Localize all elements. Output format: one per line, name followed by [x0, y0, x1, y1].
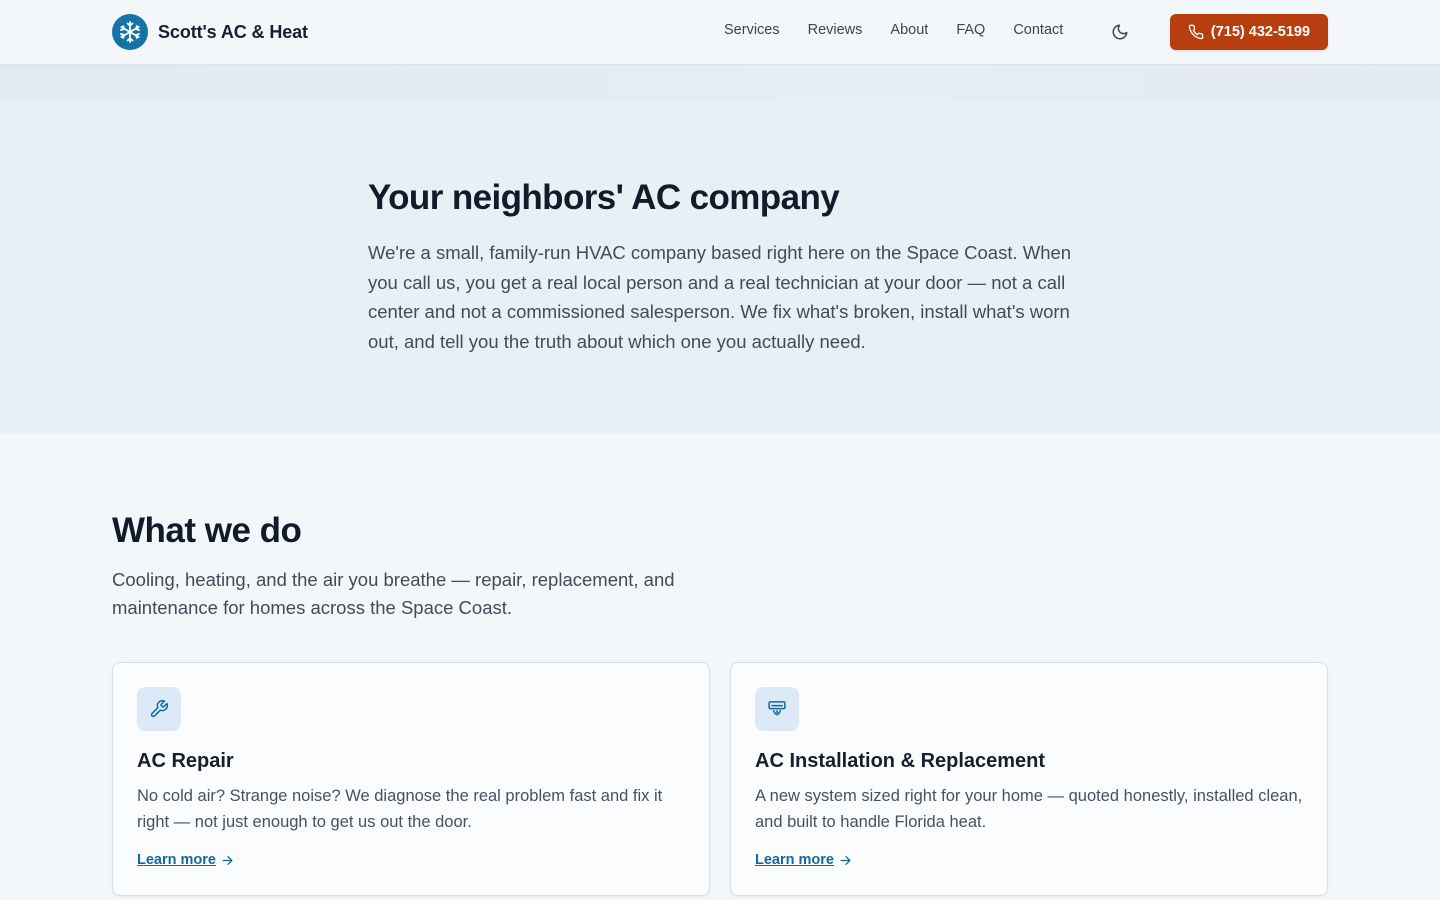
moon-icon	[1112, 24, 1128, 40]
nav-contact[interactable]: Contact	[1013, 22, 1063, 38]
theme-toggle-button[interactable]	[1108, 20, 1132, 44]
service-card-ac-repair[interactable]: AC Repair No cold air? Strange noise? We…	[112, 662, 710, 896]
card-title: AC Repair	[137, 750, 234, 772]
nav-faq[interactable]: FAQ	[956, 22, 985, 38]
learn-more-link[interactable]: Learn more	[137, 852, 234, 868]
site-header: Scott's AC & Heat Services Reviews About…	[0, 0, 1440, 65]
about-body: We're a small, family-run HVAC company b…	[368, 242, 1072, 352]
nav-services[interactable]: Services	[724, 22, 780, 38]
services-subtitle: Cooling, heating, and the air you breath…	[112, 569, 675, 618]
arrow-right-icon	[222, 855, 233, 865]
card-description: No cold air? Strange noise? We diagnose …	[137, 787, 663, 831]
about-title: Your neighbors' AC company	[368, 178, 840, 217]
learn-more-link[interactable]: Learn more	[755, 852, 852, 868]
arrow-right-icon	[840, 855, 851, 865]
main-nav: Services Reviews About FAQ Contact	[724, 22, 1063, 38]
header-shadow-band	[0, 65, 1440, 101]
air-conditioner-icon	[755, 687, 799, 731]
card-description: A new system sized right for your home —…	[755, 787, 1303, 831]
phone-icon	[1188, 24, 1204, 40]
learn-more-label: Learn more	[755, 852, 834, 868]
wrench-icon	[137, 687, 181, 731]
card-title: AC Installation & Replacement	[755, 750, 1046, 772]
brand[interactable]: Scott's AC & Heat	[112, 14, 308, 50]
nav-about[interactable]: About	[890, 22, 928, 38]
services-title: What we do	[112, 511, 302, 550]
phone-number: (715) 432-5199	[1210, 24, 1311, 40]
brand-name: Scott's AC & Heat	[158, 21, 308, 42]
service-card-ac-installation[interactable]: AC Installation & Replacement A new syst…	[730, 662, 1328, 896]
nav-reviews[interactable]: Reviews	[808, 22, 863, 38]
call-phone-button[interactable]: (715) 432-5199	[1170, 14, 1328, 50]
learn-more-label: Learn more	[137, 852, 216, 868]
snowflake-icon	[112, 14, 148, 50]
